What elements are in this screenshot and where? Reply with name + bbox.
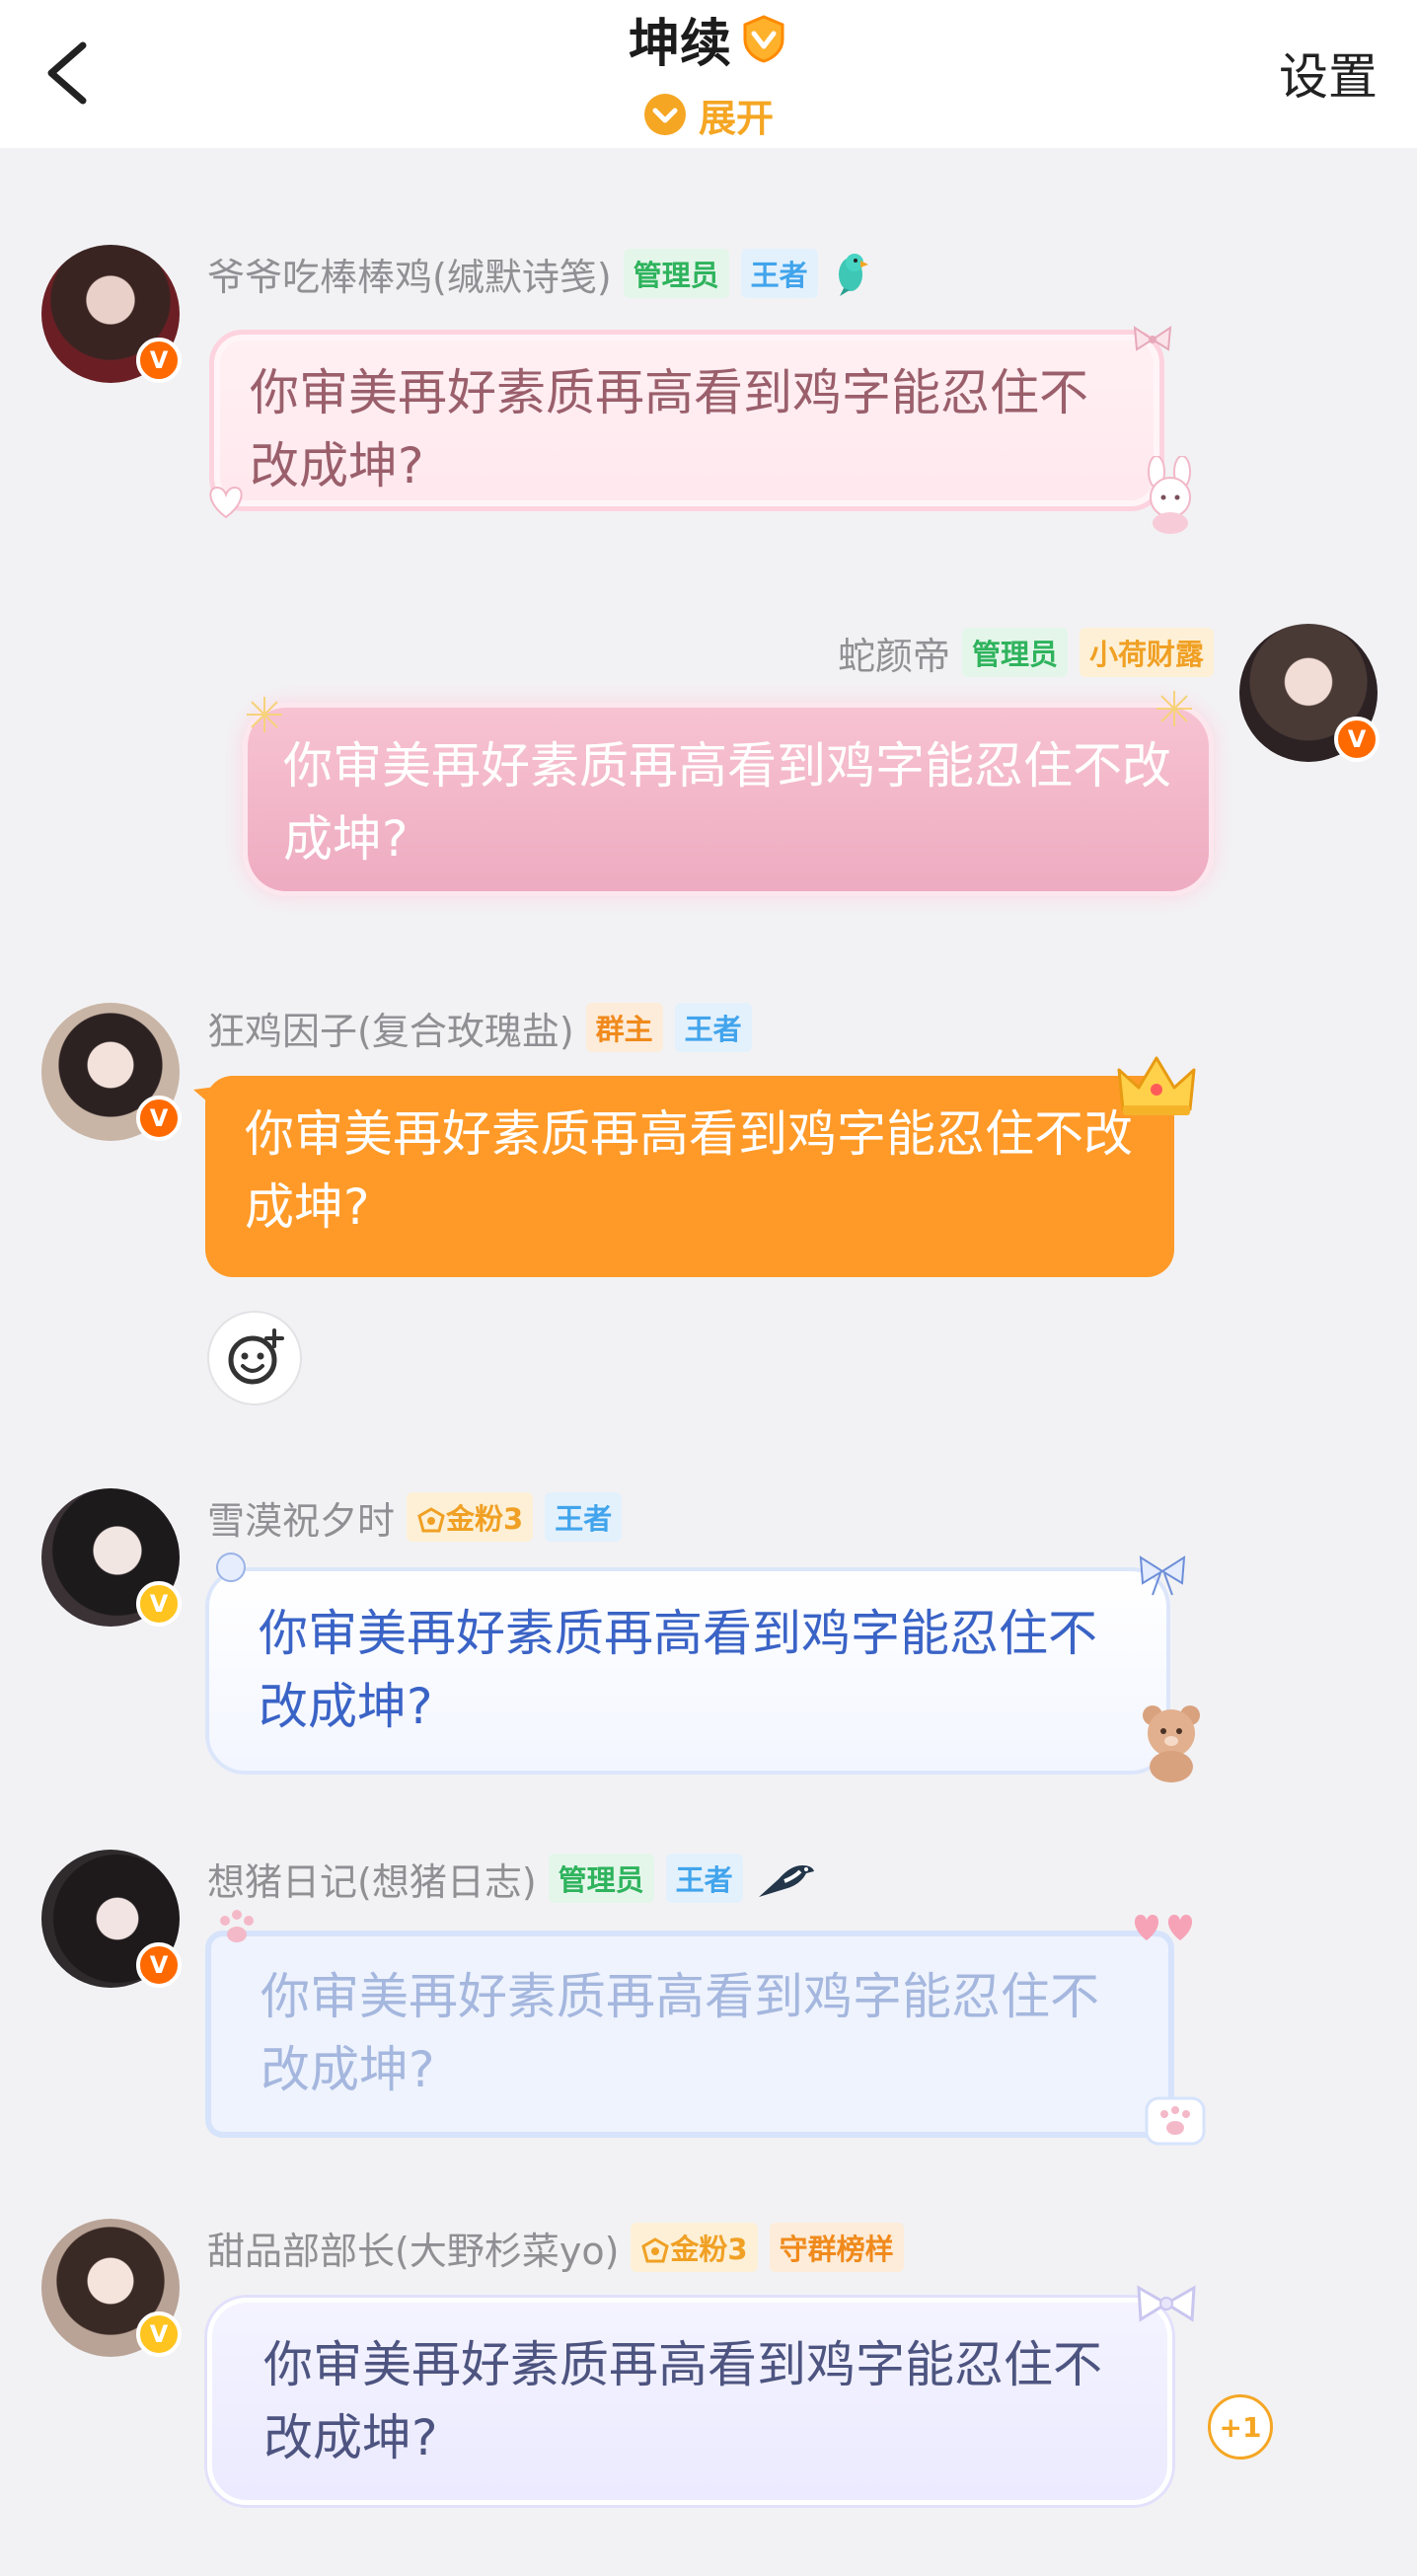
fan-level-tag: 金粉3 xyxy=(631,2223,758,2272)
chat-header: 坤续 展开 设置 xyxy=(0,0,1417,148)
role-tag: 管理员 xyxy=(961,628,1068,677)
verified-badge-icon: V xyxy=(1334,717,1380,762)
title-row[interactable]: 坤续 xyxy=(0,4,1417,74)
gold-fan-icon xyxy=(417,1507,445,1533)
message-text: 你审美再好素质再高看到鸡字能忍住不改成坤? xyxy=(263,2336,1102,2466)
add-reaction-button[interactable] xyxy=(207,1311,302,1405)
bow-icon xyxy=(1133,326,1172,351)
gold-fan-icon xyxy=(641,2237,670,2263)
message-bubble[interactable]: 你审美再好素质再高看到鸡字能忍住不改成坤? xyxy=(205,1567,1170,1775)
message-bubble[interactable]: 你审美再好素质再高看到鸡字能忍住不改成坤? xyxy=(205,1076,1174,1277)
settings-button[interactable]: 设置 xyxy=(1279,38,1378,109)
cat-paw-sticker-icon xyxy=(1145,2096,1206,2146)
message-bubble[interactable]: 你审美再好素质再高看到鸡字能忍住不改成坤? xyxy=(209,330,1164,511)
plus-one-button[interactable]: +1 xyxy=(1208,2394,1273,2460)
bow-icon xyxy=(1137,2285,1196,2322)
sender-row: 蛇颜帝 管理员 小荷财露 xyxy=(838,626,1214,680)
avatar[interactable]: V xyxy=(1239,624,1380,762)
sender-name[interactable]: 爷爷吃棒棒鸡(缄默诗笺) xyxy=(207,247,612,301)
title-tag: 守群榜样 xyxy=(769,2223,904,2272)
sender-row: 爷爷吃棒棒鸡(缄默诗笺) 管理员 王者 xyxy=(207,247,871,301)
magpie-icon xyxy=(758,1865,814,1897)
avatar[interactable]: V xyxy=(41,1850,182,1988)
firework-icon xyxy=(1156,691,1192,726)
message-text: 你审美再好素质再高看到鸡字能忍住不改成坤? xyxy=(261,1968,1099,2098)
bow-icon xyxy=(1139,1555,1186,1596)
fan-level-label: 金粉3 xyxy=(670,2233,748,2266)
title-tag: 小荷财露 xyxy=(1079,628,1214,677)
parrot-icon xyxy=(838,254,868,296)
rank-tag: 王者 xyxy=(545,1492,623,1542)
bunny-sticker-icon xyxy=(1148,456,1191,534)
moon-icon xyxy=(216,1553,246,1582)
fan-level-label: 金粉3 xyxy=(446,1502,524,1536)
expand-toggle[interactable]: 展开 xyxy=(0,89,1417,140)
fan-level-tag: 金粉3 xyxy=(407,1492,534,1542)
hearts-icon xyxy=(1134,1915,1193,1940)
role-tag: 管理员 xyxy=(548,1854,654,1903)
avatar[interactable]: V xyxy=(41,1488,182,1627)
sender-name[interactable]: 甜品部部长(大野杉菜yo) xyxy=(207,2221,619,2275)
chevron-down-circle-icon xyxy=(643,94,686,135)
sender-name[interactable]: 雪漠祝夕时 xyxy=(207,1490,395,1545)
heart-icon xyxy=(209,486,243,519)
message-bubble[interactable]: 你审美再好素质再高看到鸡字能忍住不改成坤? xyxy=(207,2298,1172,2505)
message-bubble[interactable]: 你审美再好素质再高看到鸡字能忍住不改成坤? xyxy=(205,1931,1174,2138)
verified-badge-icon: V xyxy=(136,2311,182,2357)
message-text: 你审美再好素质再高看到鸡字能忍住不改成坤? xyxy=(245,1105,1133,1236)
verified-badge-icon: V xyxy=(136,338,182,383)
paw-icon xyxy=(220,1910,254,1942)
verified-badge-icon: V xyxy=(136,1581,182,1627)
crown-icon xyxy=(1117,1056,1196,1115)
verified-badge-icon: V xyxy=(136,1942,182,1988)
sender-row: 甜品部部长(大野杉菜yo) 金粉3 守群榜样 xyxy=(207,2221,904,2275)
sender-row: 想猪日记(想猪日志) 管理员 王者 xyxy=(207,1852,818,1906)
rank-tag: 王者 xyxy=(740,249,818,298)
role-tag: 群主 xyxy=(585,1003,663,1052)
sender-row: 狂鸡因子(复合玫瑰盐) 群主 王者 xyxy=(207,1001,752,1055)
sender-row: 雪漠祝夕时 金粉3 王者 xyxy=(207,1490,623,1545)
avatar[interactable]: V xyxy=(41,2219,182,2357)
emoji-add-icon xyxy=(228,1328,284,1385)
rank-tag: 王者 xyxy=(674,1003,752,1052)
rank-tag: 王者 xyxy=(665,1854,743,1903)
verified-badge-icon: V xyxy=(136,1096,182,1141)
sender-name[interactable]: 蛇颜帝 xyxy=(838,626,950,680)
firework-icon xyxy=(247,697,282,732)
avatar[interactable]: V xyxy=(41,245,182,383)
avatar[interactable]: V xyxy=(41,1003,182,1141)
message-text: 你审美再好素质再高看到鸡字能忍住不改成坤? xyxy=(283,737,1171,868)
group-title: 坤续 xyxy=(628,14,731,74)
message-bubble[interactable]: 你审美再好素质再高看到鸡字能忍住不改成坤? xyxy=(243,703,1214,896)
message-text: 你审美再好素质再高看到鸡字能忍住不改成坤? xyxy=(259,1605,1097,1735)
expand-label: 展开 xyxy=(698,96,774,140)
sender-name[interactable]: 想猪日记(想猪日志) xyxy=(207,1852,537,1906)
verified-shield-icon xyxy=(743,15,784,63)
message-text: 你审美再好素质再高看到鸡字能忍住不改成坤? xyxy=(250,364,1088,494)
sender-name[interactable]: 狂鸡因子(复合玫瑰盐) xyxy=(207,1001,574,1055)
teddy-bear-icon xyxy=(1143,1705,1200,1782)
role-tag: 管理员 xyxy=(623,249,729,298)
